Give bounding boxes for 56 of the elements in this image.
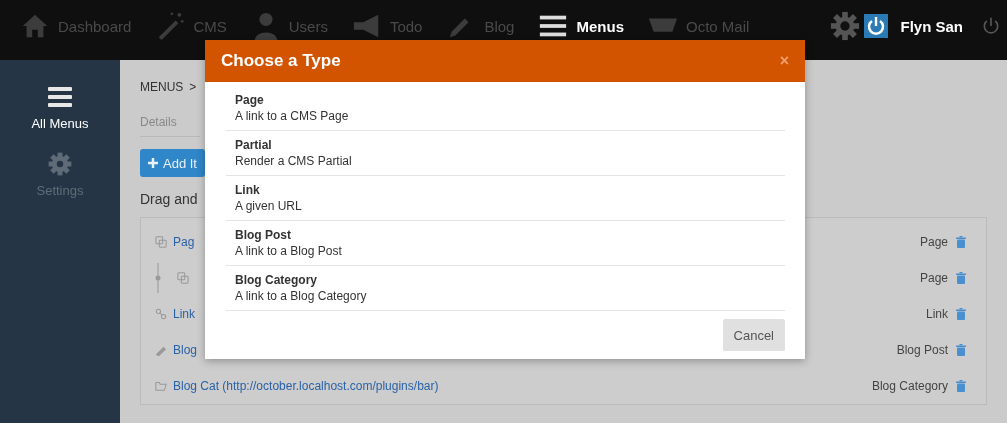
option-description: A given URL xyxy=(235,199,303,213)
cancel-button[interactable]: Cancel xyxy=(722,319,785,351)
nav-tab[interactable]: Todo xyxy=(351,10,423,42)
nav-tab[interactable]: CMS xyxy=(155,10,227,42)
sidebar-item[interactable]: Settings xyxy=(36,151,84,198)
user-name[interactable]: Flyn San xyxy=(900,17,963,35)
trash-icon[interactable] xyxy=(956,272,966,284)
avatar-icon[interactable] xyxy=(864,14,889,38)
option-title: Page xyxy=(235,93,265,107)
sidebar-item[interactable]: All Menus xyxy=(31,84,89,131)
power-icon[interactable] xyxy=(981,16,1001,36)
menu-item-link[interactable]: Blog Cat (http://october.localhost.com/plugins/bar) xyxy=(173,379,439,393)
trash-icon[interactable] xyxy=(956,380,966,392)
option-description: A link to a Blog Post xyxy=(235,244,343,258)
option-title: Blog Post xyxy=(235,228,292,242)
pages-icon xyxy=(155,236,167,248)
option-title: Link xyxy=(235,183,261,197)
nav-tab[interactable]: Users xyxy=(250,10,328,42)
dialog-title: Choose a Type xyxy=(221,51,341,71)
nav-tab[interactable]: Dashboard xyxy=(20,10,132,42)
pages-icon xyxy=(177,272,189,284)
link-icon xyxy=(155,308,167,320)
tab[interactable]: Details xyxy=(140,115,177,129)
type-option[interactable]: Blog Category A link to a Blog Category xyxy=(226,266,785,311)
option-description: A link to a Blog Category xyxy=(235,289,368,303)
menu-item-type: Page xyxy=(919,235,948,249)
breadcrumb-item: > xyxy=(189,80,197,94)
breadcrumb-item: MENUS xyxy=(140,80,184,94)
option-description: Render a CMS Partial xyxy=(235,154,353,168)
menu-item-type: Blog Post xyxy=(896,343,948,357)
nav-tab[interactable]: Blog xyxy=(446,10,515,42)
type-option[interactable]: Link A given URL xyxy=(226,176,785,221)
type-option[interactable]: Page A link to a CMS Page xyxy=(226,86,785,131)
nav-tab[interactable]: Octo Mail xyxy=(648,10,750,42)
add-item-button[interactable]: Add It xyxy=(140,149,205,177)
option-title: Partial xyxy=(235,138,273,152)
menu-item-link[interactable]: Pag xyxy=(173,235,195,249)
menu-item-link[interactable]: Link xyxy=(173,307,195,321)
option-description: A link to a CMS Page xyxy=(235,109,350,123)
menu-icon xyxy=(47,84,73,110)
menu-item-type: Page xyxy=(919,271,948,285)
menu-item-type: Blog Category xyxy=(871,379,948,393)
settings-icon xyxy=(47,151,73,177)
type-option[interactable]: Partial Render a CMS Partial xyxy=(226,131,785,176)
trash-icon[interactable] xyxy=(956,236,966,248)
folder-icon xyxy=(155,380,167,392)
pencil-icon xyxy=(155,344,167,356)
trash-icon[interactable] xyxy=(956,308,966,320)
menu-item-type: Link xyxy=(926,307,948,321)
option-title: Blog Category xyxy=(235,273,318,287)
menu-item-link[interactable]: Blog xyxy=(173,343,198,357)
plus-icon xyxy=(148,158,158,168)
section-heading: Drag and xyxy=(140,191,198,207)
nav-tab[interactable]: Menus xyxy=(538,10,624,42)
trash-icon[interactable] xyxy=(956,344,966,356)
type-option[interactable]: Blog Post A link to a Blog Post xyxy=(226,221,785,266)
